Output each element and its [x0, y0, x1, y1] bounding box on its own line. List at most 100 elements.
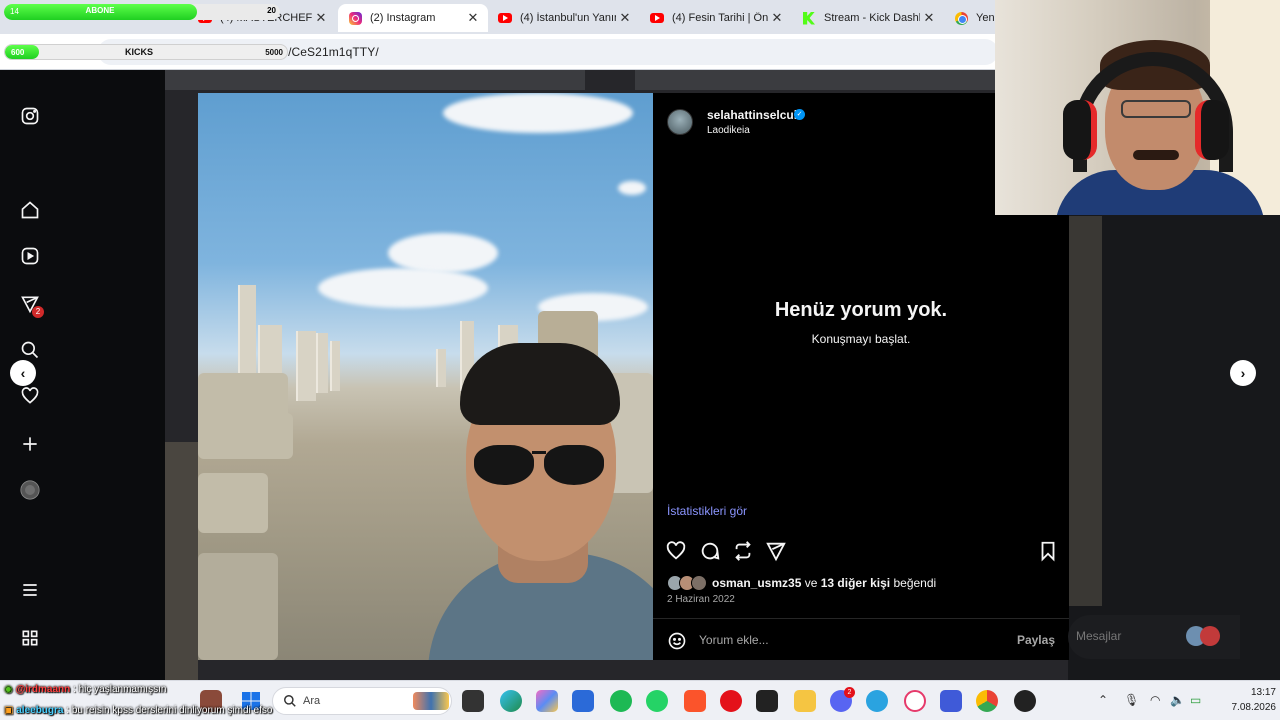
author-username[interactable]: selahattinselcuk [707, 108, 800, 122]
app-blue-icon[interactable] [572, 690, 594, 712]
chat-text: : bu reisin kpss derslerini dinliyorum ş… [66, 705, 273, 716]
obs-icon[interactable] [1014, 690, 1036, 712]
likers-avatars[interactable] [667, 575, 709, 591]
whatsapp-icon[interactable] [646, 690, 668, 712]
copilot-icon[interactable] [536, 690, 558, 712]
close-tab-icon[interactable]: ✕ [464, 10, 482, 26]
create-plus-icon[interactable] [18, 432, 42, 456]
edge-icon[interactable] [500, 690, 522, 712]
post-location[interactable]: Laodikeia [707, 125, 750, 136]
more-apps-icon[interactable] [18, 626, 42, 650]
chat-username: aleebugra [16, 705, 64, 716]
messages-avatars [1186, 626, 1226, 646]
no-comments-title: Henüz yorum yok. [774, 299, 948, 321]
likes-connector: ve [804, 576, 818, 590]
spiderman-game-icon[interactable] [756, 690, 778, 712]
messages-label: Mesajlar [1076, 629, 1122, 643]
view-insights-link[interactable]: İstatistikleri gör [667, 504, 747, 518]
wifi-icon[interactable]: ◠ [1150, 693, 1160, 707]
kicks-goal-bar: 600 KICKS 5000 [4, 44, 288, 60]
chat-text: : hiç yaşlanmamışsın [73, 684, 167, 695]
notifications-heart-icon[interactable] [18, 384, 42, 408]
subscriber-goal-label: ABONE [85, 6, 115, 15]
reels-icon[interactable] [18, 244, 42, 268]
battery-icon[interactable]: ▭ [1190, 693, 1201, 707]
share-icon[interactable] [765, 540, 787, 562]
emoji-icon[interactable] [667, 631, 687, 651]
likes-others[interactable]: 13 diğer kişi [821, 576, 890, 590]
search-icon[interactable] [18, 338, 42, 362]
home-icon[interactable] [18, 198, 42, 222]
no-comments-subtitle: Konuşmayı başlat. [811, 332, 911, 346]
subscriber-goal-bar: 14 ABONE 20 [4, 4, 280, 20]
comment-input[interactable] [699, 630, 999, 650]
search-highlight-icon [413, 692, 449, 710]
chat-badge-icon: ◉ [4, 684, 13, 695]
profile-avatar-icon[interactable] [18, 478, 42, 502]
spotify-icon[interactable] [610, 690, 632, 712]
comment-composer: Paylaş [653, 618, 1069, 660]
chat-badge-icon: ▣ [4, 705, 14, 716]
file-explorer-icon[interactable] [794, 690, 816, 712]
likes-summary[interactable]: osman_usmz35 ve 13 diğer kişi beğendi [712, 576, 936, 590]
like-heart-icon[interactable] [665, 540, 687, 562]
comment-icon[interactable] [699, 540, 721, 562]
likes-suffix: beğendi [893, 576, 937, 590]
post-photo[interactable] [198, 93, 653, 660]
youtube-icon [650, 11, 664, 25]
kicks-current: 600 [11, 48, 25, 57]
menu-icon[interactable] [18, 578, 42, 602]
opera-gx-icon[interactable] [904, 690, 926, 712]
clock-date[interactable]: 7.08.2026 [1210, 702, 1277, 713]
webcam-overlay [995, 0, 1280, 215]
post-date: 2 Haziran 2022 [667, 594, 735, 605]
close-tab-icon[interactable]: ✕ [920, 10, 938, 26]
app-pen-icon[interactable] [940, 690, 962, 712]
chrome-icon [954, 11, 968, 25]
tab-kick-dashboard[interactable]: Stream - Kick Dashbo ✕ [792, 4, 944, 32]
person-hair [460, 343, 620, 425]
author-avatar[interactable] [667, 109, 693, 135]
brave-icon[interactable] [684, 690, 706, 712]
close-tab-icon[interactable]: ✕ [768, 10, 786, 26]
task-view-icon[interactable] [462, 690, 484, 712]
headset-left-cup [1063, 100, 1097, 160]
microphone-icon[interactable]: 🎙 [1124, 693, 1139, 707]
messages-button[interactable]: Mesajlar [1068, 615, 1240, 659]
subscriber-goal-target: 20 [267, 6, 276, 15]
sunglasses-left-lens [474, 445, 534, 485]
verified-badge-icon: ✓ [794, 109, 805, 120]
volume-icon[interactable]: 🔈 [1170, 693, 1185, 707]
discord-badge: 2 [844, 687, 855, 698]
tab-instagram[interactable]: (2) Instagram ✕ [338, 4, 488, 32]
kick-icon [802, 11, 816, 25]
taskbar-search[interactable]: Ara [272, 687, 452, 715]
tab-istanbul[interactable]: (4) İstanbul'un Yanına ✕ [488, 4, 640, 32]
kicks-goal-target: 5000 [265, 48, 283, 57]
taskbar-search-label: Ara [303, 695, 321, 707]
liker-username[interactable]: osman_usmz35 [712, 576, 801, 590]
telegram-icon[interactable] [866, 690, 888, 712]
instagram-logo-icon[interactable] [18, 104, 42, 128]
sunglasses-right-lens [544, 445, 604, 485]
close-tab-icon[interactable]: ✕ [312, 10, 330, 26]
clock-time[interactable]: 13:17 [1226, 687, 1276, 698]
post-comment-button[interactable]: Paylaş [1017, 633, 1055, 647]
close-tab-icon[interactable]: ✕ [616, 10, 634, 26]
message-count-badge: 2 [32, 306, 44, 318]
headset-right-cup [1195, 100, 1229, 160]
save-bookmark-icon[interactable] [1037, 540, 1059, 562]
opera-icon[interactable] [720, 690, 742, 712]
chrome-taskbar-icon[interactable] [976, 690, 998, 712]
tray-expand-icon[interactable]: ⌃ [1098, 693, 1108, 707]
tab-fesin-tarihi[interactable]: (4) Fesin Tarihi | Önce ✕ [640, 4, 792, 32]
instagram-icon [348, 11, 362, 25]
chat-username: @irdmaann [15, 684, 71, 695]
repost-icon[interactable] [732, 540, 754, 562]
chat-message: ▣ aleebugra : bu reisin kpss derslerini … [4, 705, 272, 716]
youtube-icon [498, 11, 512, 25]
sunglasses-bridge [532, 451, 546, 454]
previous-post-button[interactable]: ‹ [10, 360, 36, 386]
chat-message: ◉ @irdmaann : hiç yaşlanmamışsın [4, 684, 166, 695]
next-post-button[interactable]: › [1230, 360, 1256, 386]
